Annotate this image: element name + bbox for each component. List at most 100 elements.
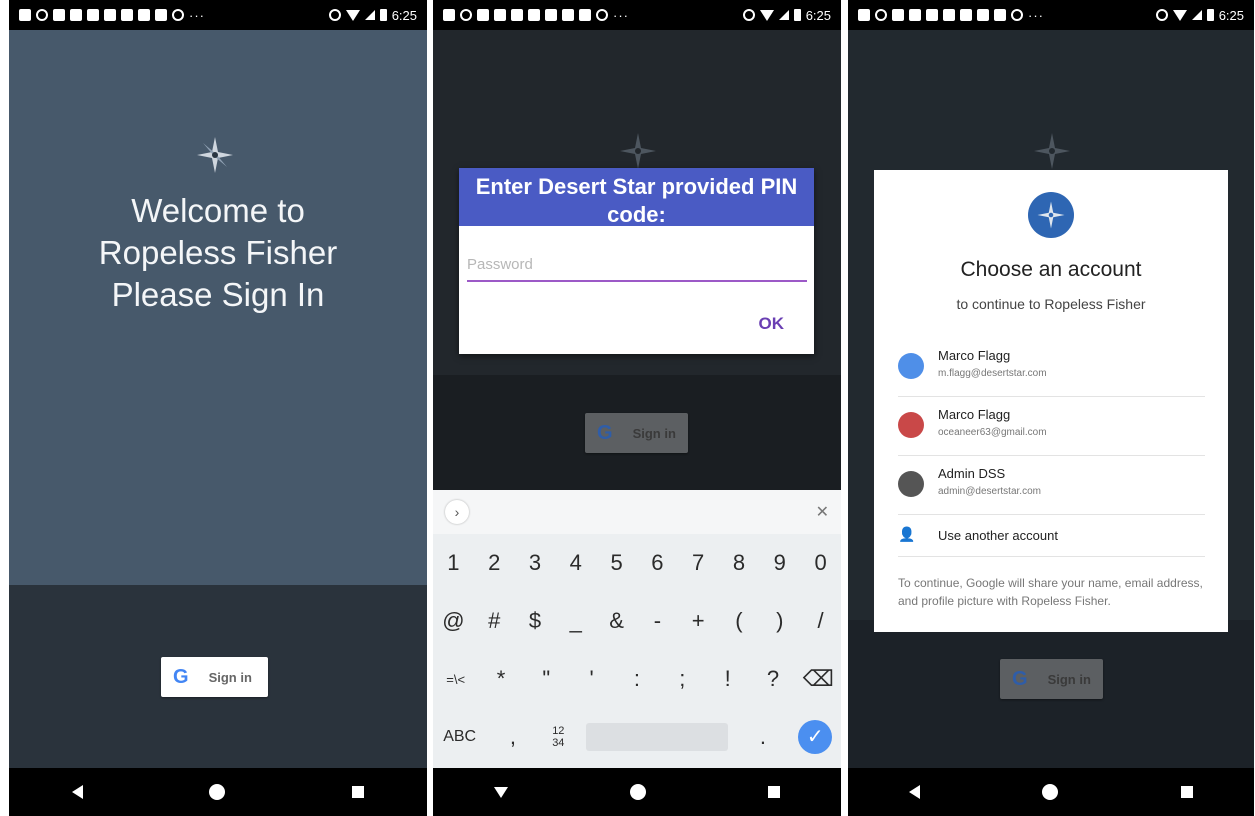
signal-icon [1191,10,1202,20]
ok-button[interactable]: OK [759,314,785,334]
abc-key[interactable]: ABC [442,728,478,746]
google-icon: G [1012,667,1028,690]
status-bar: ··· 6:25 [433,0,841,30]
linkedin-icon [892,9,904,21]
mic-off-icon[interactable]: ✕ [816,502,829,522]
key[interactable]: ; [664,666,700,692]
notification-icons: ··· [443,8,629,23]
alarm-icon [328,9,341,21]
account-email: admin@desertstar.com [938,486,1041,497]
recents-icon[interactable] [768,786,780,798]
space-key[interactable] [585,723,728,751]
pin-dialog: Enter Desert Star provided PIN code: OK [459,168,814,354]
screen-welcome: ··· 6:25 Welcome to Ropeless Fisher Plea… [9,0,427,816]
clock: 6:25 [391,7,417,23]
key[interactable]: " [528,666,564,692]
back-icon[interactable] [909,785,921,799]
use-another-account-item[interactable]: 👤 Use another account [898,514,1205,557]
key[interactable]: 7 [680,550,716,576]
backspace-icon[interactable]: ⌫ [800,666,836,692]
comma-key[interactable]: , [495,724,531,750]
account-item[interactable]: Marco Flagg m.flagg@desertstar.com [898,338,1205,397]
account-item[interactable]: Marco Flagg oceaneer63@gmail.com [898,397,1205,456]
keyboard-row-more-symbols: =\< * " ' : ; ! ? ⌫ [433,650,841,708]
home-icon[interactable] [630,784,646,800]
key[interactable]: 4 [558,550,594,576]
google-sign-in-button[interactable]: G Sign in [585,413,688,453]
key[interactable]: 2 [476,550,512,576]
gallery-icon [138,9,150,21]
square-icon [545,9,557,21]
key[interactable]: 1 [435,550,471,576]
image-icon [994,9,1006,21]
key[interactable]: @ [435,608,471,634]
image-icon [579,9,591,21]
account-item[interactable]: Admin DSS admin@desertstar.com [898,456,1205,515]
status-bar: ··· 6:25 [848,0,1254,30]
key[interactable]: - [639,608,675,634]
home-icon[interactable] [209,784,226,800]
key[interactable]: / [803,608,839,634]
use-another-label: Use another account [938,528,1058,543]
google-icon: G [597,421,613,444]
system-icons: 6:25 [742,7,831,23]
period-key[interactable]: . [745,724,781,750]
alarm-icon [742,9,755,21]
facebook-icon [19,9,31,21]
password-field-wrap [467,256,807,282]
home-icon[interactable] [1042,784,1059,800]
key[interactable]: 8 [721,550,757,576]
key[interactable]: 3 [517,550,553,576]
recents-icon[interactable] [1180,786,1193,798]
dialog-title: Enter Desert Star provided PIN code: [459,168,814,227]
nyt-icon [511,9,523,21]
key[interactable]: ? [755,666,791,692]
key[interactable]: _ [558,608,594,634]
key[interactable]: 0 [803,550,839,576]
news-icon [70,9,82,21]
key[interactable]: : [619,666,655,692]
key[interactable]: # [476,608,512,634]
key[interactable]: 9 [762,550,798,576]
nyt-icon [926,9,938,21]
chevron-right-icon[interactable]: › [445,500,469,524]
more-symbols-key[interactable]: =\< [438,672,474,687]
facebook-icon [443,9,455,21]
numpad-key[interactable]: 12 34 [548,725,568,749]
back-icon[interactable] [72,785,84,799]
key[interactable]: * [483,666,519,692]
key[interactable]: + [680,608,716,634]
key[interactable]: ( [721,608,757,634]
sign-in-label: Sign in [208,669,252,685]
battery-icon [793,9,801,21]
enter-key[interactable]: ✓ [798,720,833,754]
hide-keyboard-icon[interactable] [494,786,508,798]
nyt-icon [943,9,955,21]
google-sign-in-button[interactable]: G Sign in [1000,659,1103,699]
key[interactable]: & [599,608,635,634]
key[interactable]: ) [762,608,798,634]
clock: 6:25 [805,7,831,23]
account-name: Admin DSS [938,466,1006,481]
key[interactable]: 6 [639,550,675,576]
wifi-icon [1172,9,1187,21]
dialog-subtitle: to continue to Ropeless Fisher [956,296,1146,312]
more-notifications: ··· [189,7,205,23]
google-sign-in-button[interactable]: G Sign in [161,657,268,697]
keyboard-toolbar: › ✕ [433,490,841,534]
key[interactable]: $ [517,608,553,634]
password-input[interactable] [467,256,807,273]
key[interactable]: 5 [599,550,635,576]
key[interactable]: ! [710,666,746,692]
app-logo-icon [197,137,233,173]
avatar [898,412,924,438]
navigation-bar [848,768,1254,816]
screen-choose-account: ··· 6:25 G Sign in Choose an account to … [848,0,1254,816]
key[interactable]: ' [574,666,610,692]
news-icon [494,9,506,21]
news-icon [909,9,921,21]
recents-icon[interactable] [351,786,364,798]
notification-icons: ··· [858,8,1044,23]
alarm-icon [460,9,472,21]
account-email: m.flagg@desertstar.com [938,368,1047,379]
